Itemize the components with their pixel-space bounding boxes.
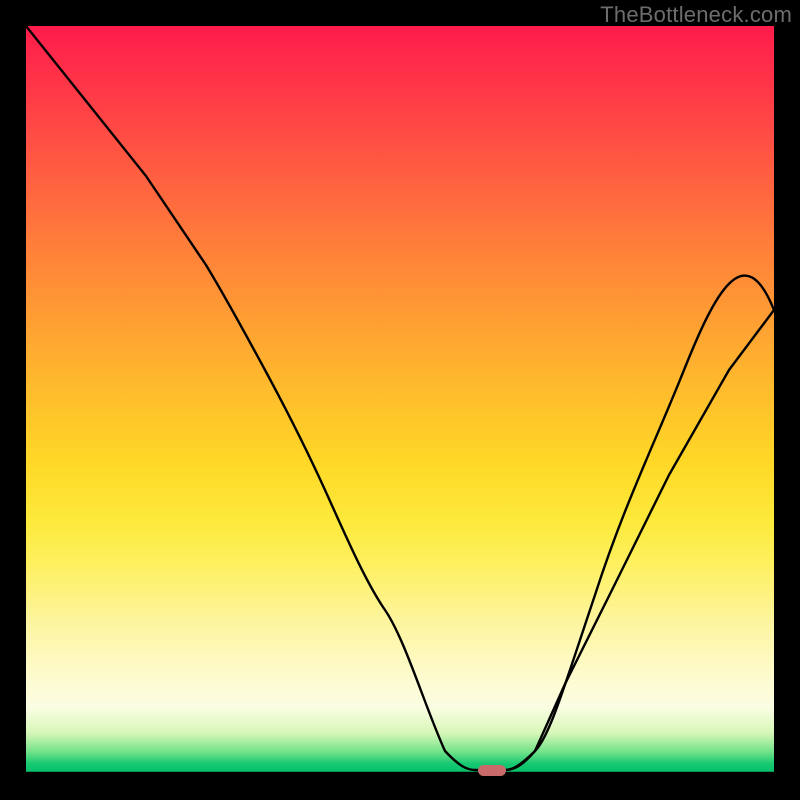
optimal-marker [478, 765, 506, 776]
plot-area [26, 26, 774, 774]
bottleneck-curve [26, 26, 774, 770]
chart-frame: TheBottleneck.com [0, 0, 800, 800]
watermark-text: TheBottleneck.com [600, 2, 792, 28]
chart-svg [26, 26, 774, 774]
bottleneck-curve-right [505, 310, 774, 770]
